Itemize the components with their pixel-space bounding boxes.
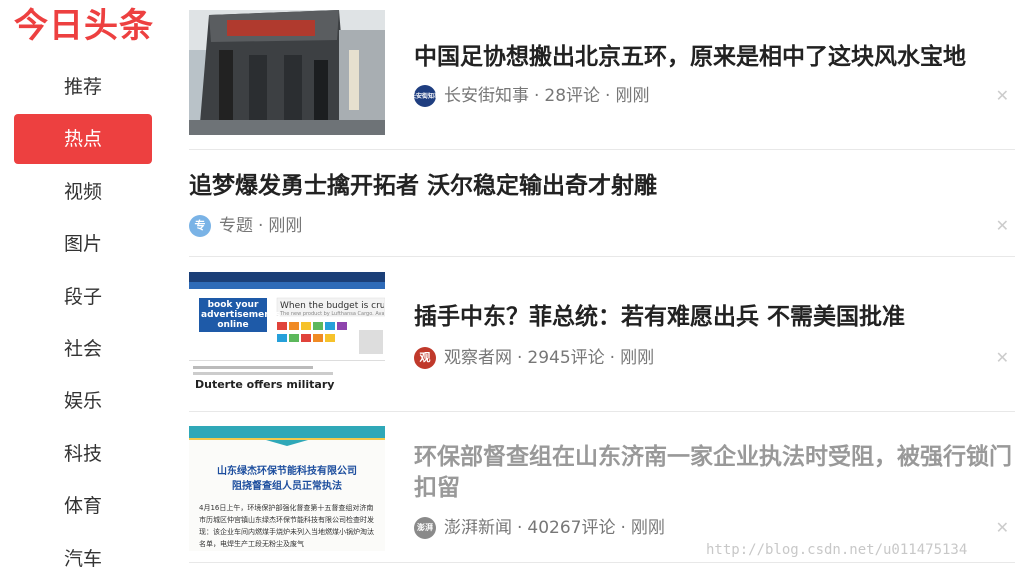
source-avatar-icon[interactable]: 长安街知事 bbox=[414, 85, 436, 107]
nav-item-sports[interactable]: 体育 bbox=[14, 481, 152, 531]
comment-count[interactable]: 40267评论 bbox=[527, 516, 615, 540]
notice-heading: 山东绿杰环保节能科技有限公司 阻挠督查组人员正常执法 bbox=[217, 466, 357, 492]
separator: · bbox=[609, 348, 616, 368]
channel-nav: 推荐 热点 视频 图片 段子 社会 娱乐 科技 体育 汽车 bbox=[14, 62, 152, 572]
source-name[interactable]: 观察者网 bbox=[444, 346, 512, 370]
publish-time: 刚刚 bbox=[268, 216, 303, 236]
close-icon[interactable]: ✕ bbox=[996, 348, 1009, 367]
news-title[interactable]: 追梦爆发勇士擒开拓者 沃尔稳定输出奇才射雕 bbox=[189, 171, 657, 202]
nav-item-tech[interactable]: 科技 bbox=[14, 429, 152, 479]
source-name[interactable]: 专题 bbox=[219, 214, 253, 238]
close-icon[interactable]: ✕ bbox=[996, 86, 1009, 105]
news-thumbnail[interactable]: 山东绿杰环保节能科技有限公司 阻挠督查组人员正常执法 4月16日上午，环境保护部… bbox=[189, 426, 385, 551]
nav-item-images[interactable]: 图片 bbox=[14, 219, 152, 269]
news-title[interactable]: 中国足协想搬出北京五环，原来是相中了这块风水宝地 bbox=[414, 42, 966, 73]
separator: · bbox=[620, 518, 626, 538]
separator: · bbox=[258, 216, 264, 236]
watermark: http://blog.csdn.net/u011475134 bbox=[706, 542, 968, 558]
publish-time: 刚刚 bbox=[630, 518, 665, 538]
source-name[interactable]: 长安街知事 bbox=[444, 84, 529, 108]
building-photo bbox=[189, 10, 385, 135]
logo[interactable]: 今日头条 bbox=[14, 4, 154, 48]
comment-count[interactable]: 28评论 bbox=[544, 84, 600, 108]
publish-time: 刚刚 bbox=[620, 348, 655, 368]
ad-banner-subtitle: The new product by Lufthansa Cargo. Avai… bbox=[280, 311, 384, 317]
nav-item-cars[interactable]: 汽车 bbox=[14, 534, 152, 572]
close-icon[interactable]: ✕ bbox=[996, 216, 1009, 235]
nav-item-jokes[interactable]: 段子 bbox=[14, 272, 152, 322]
news-thumbnail[interactable]: book your advertisements online When the… bbox=[189, 272, 385, 397]
separator: · bbox=[517, 518, 523, 538]
separator: · bbox=[534, 86, 540, 106]
source-name[interactable]: 澎湃新闻 bbox=[444, 516, 512, 540]
nav-item-society[interactable]: 社会 bbox=[14, 324, 152, 374]
source-avatar-icon[interactable]: 观 bbox=[414, 347, 436, 369]
page: 今日头条 推荐 热点 视频 图片 段子 社会 娱乐 科技 体育 汽车 中国足协想… bbox=[0, 0, 1027, 572]
separator: · bbox=[605, 86, 611, 106]
news-meta: 观 观察者网 · 2945评论 · 刚刚 bbox=[414, 346, 654, 370]
publish-time: 刚刚 bbox=[615, 86, 650, 106]
close-icon[interactable]: ✕ bbox=[996, 518, 1009, 537]
news-thumbnail[interactable] bbox=[189, 10, 385, 135]
nav-item-hot[interactable]: 热点 bbox=[14, 114, 152, 165]
nav-item-recommend[interactable]: 推荐 bbox=[14, 62, 152, 112]
news-meta: 专 专题 · 刚刚 bbox=[189, 214, 302, 238]
separator: · bbox=[517, 348, 523, 368]
news-meta: 澎湃 澎湃新闻 · 40267评论 · 刚刚 bbox=[414, 516, 665, 540]
ad-banner-title: When the budget is cru bbox=[280, 301, 384, 311]
ad-text: book your advertisements online bbox=[201, 300, 281, 330]
news-feed: 中国足协想搬出北京五环，原来是相中了这块风水宝地 长安街知事 长安街知事 · 2… bbox=[189, 0, 1015, 563]
comment-count[interactable]: 2945评论 bbox=[527, 346, 604, 370]
source-avatar-icon[interactable]: 澎湃 bbox=[414, 517, 436, 539]
news-title[interactable]: 插手中东？菲总统：若有难愿出兵 不需美国批准 bbox=[414, 302, 905, 333]
news-item[interactable]: 追梦爆发勇士擒开拓者 沃尔稳定输出奇才射雕 专 专题 · 刚刚 ✕ bbox=[189, 150, 1015, 257]
nav-item-entertainment[interactable]: 娱乐 bbox=[14, 376, 152, 426]
news-title[interactable]: 环保部督查组在山东济南一家企业执法时受阻，被强行锁门扣留 bbox=[414, 442, 1015, 504]
nav-item-video[interactable]: 视频 bbox=[14, 167, 152, 217]
topic-icon[interactable]: 专 bbox=[189, 215, 211, 237]
news-item[interactable]: 中国足协想搬出北京五环，原来是相中了这块风水宝地 长安街知事 长安街知事 · 2… bbox=[189, 0, 1015, 150]
news-item[interactable]: book your advertisements online When the… bbox=[189, 257, 1015, 412]
news-item[interactable]: 山东绿杰环保节能科技有限公司 阻挠督查组人员正常执法 4月16日上午，环境保护部… bbox=[189, 412, 1015, 563]
news-meta: 长安街知事 长安街知事 · 28评论 · 刚刚 bbox=[414, 84, 649, 108]
screenshot-headline: Duterte offers military bbox=[195, 378, 335, 391]
notice-body: 4月16日上午，环境保护部强化督查第十五督查组对济南市历城区仲宫镇山东绿杰环保节… bbox=[199, 504, 374, 548]
